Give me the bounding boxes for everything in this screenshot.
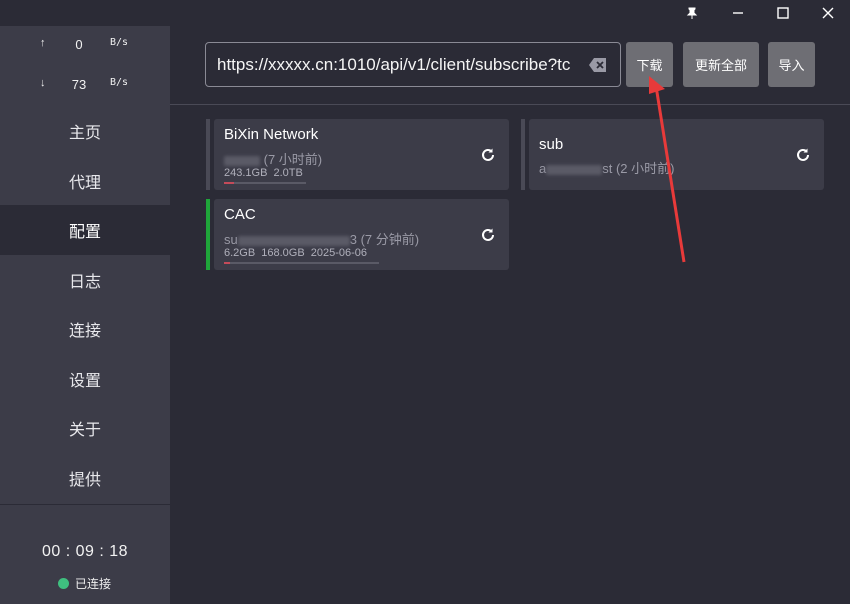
upload-speed-unit: B/s bbox=[110, 37, 129, 48]
nav-item-profiles[interactable]: 配置 bbox=[0, 205, 170, 255]
status-dot-icon bbox=[58, 578, 69, 589]
import-button[interactable]: 导入 bbox=[768, 42, 815, 87]
pin-icon[interactable] bbox=[669, 0, 715, 26]
nav-item-about[interactable]: 关于 bbox=[0, 403, 170, 453]
refresh-icon[interactable] bbox=[795, 147, 811, 163]
nav-item-settings[interactable]: 设置 bbox=[0, 354, 170, 404]
download-speed-unit: B/s bbox=[110, 77, 129, 88]
nav-item-logs[interactable]: 日志 bbox=[0, 255, 170, 305]
profile-card-sub[interactable]: sub a st (2 小时前) bbox=[521, 119, 824, 190]
close-icon[interactable] bbox=[805, 0, 850, 26]
uptime-timer: 00 : 09 : 18 bbox=[41, 543, 129, 560]
sidebar: ↑ 0 B/s ↓ 73 B/s 主页 代理 配置 日志 连接 设置 关于 提供… bbox=[0, 26, 170, 604]
profile-title: BiXin Network bbox=[224, 126, 319, 143]
refresh-icon[interactable] bbox=[480, 227, 496, 243]
profile-updated: su 3 (7 分钟前) bbox=[224, 232, 420, 247]
minimize-icon[interactable] bbox=[715, 0, 761, 26]
profile-usage: 6.2GB 168.0GB 2025-06-06 bbox=[224, 247, 367, 259]
subscription-url-input[interactable] bbox=[217, 54, 582, 75]
clear-input-icon[interactable] bbox=[588, 57, 608, 73]
toolbar-divider bbox=[170, 104, 850, 105]
profile-usage-bar bbox=[224, 182, 306, 184]
subscription-url-field[interactable] bbox=[205, 42, 621, 87]
maximize-icon[interactable] bbox=[760, 0, 806, 26]
profile-updated: a st (2 小时前) bbox=[539, 161, 675, 176]
profile-active-indicator bbox=[206, 199, 210, 270]
nav-item-home[interactable]: 主页 bbox=[0, 106, 170, 156]
sidebar-divider bbox=[0, 504, 170, 505]
profile-title: CAC bbox=[224, 206, 256, 223]
profile-card-bixin[interactable]: BiXin Network (7 小时前) 243.1GB 2.0TB bbox=[206, 119, 509, 190]
connection-status-label: 已连接 bbox=[75, 577, 112, 591]
profile-active-indicator bbox=[521, 119, 525, 190]
download-arrow-icon: ↓ bbox=[40, 77, 46, 89]
profile-title: sub bbox=[539, 136, 564, 153]
nav-item-proxy[interactable]: 代理 bbox=[0, 156, 170, 206]
download-button[interactable]: 下载 bbox=[626, 42, 673, 87]
update-all-button[interactable]: 更新全部 bbox=[683, 42, 759, 87]
profile-usage-bar bbox=[224, 262, 379, 264]
upload-arrow-icon: ↑ bbox=[40, 37, 46, 49]
upload-speed-value: 0 bbox=[75, 37, 83, 52]
profile-usage: 243.1GB 2.0TB bbox=[224, 167, 303, 179]
upload-speed: ↑ 0 B/s bbox=[0, 37, 170, 57]
connection-status: 已连接 bbox=[58, 575, 111, 592]
title-bar bbox=[0, 0, 850, 26]
download-speed: ↓ 73 B/s bbox=[0, 77, 170, 97]
refresh-icon[interactable] bbox=[480, 147, 496, 163]
nav-item-providers[interactable]: 提供 bbox=[0, 453, 170, 503]
profile-updated: (7 小时前) bbox=[224, 149, 322, 168]
profile-active-indicator bbox=[206, 119, 210, 190]
profile-card-cac[interactable]: CAC su 3 (7 分钟前) 6.2GB 168.0GB 2025-06-06 bbox=[206, 199, 509, 270]
download-speed-value: 73 bbox=[71, 77, 87, 92]
nav-item-connections[interactable]: 连接 bbox=[0, 304, 170, 354]
